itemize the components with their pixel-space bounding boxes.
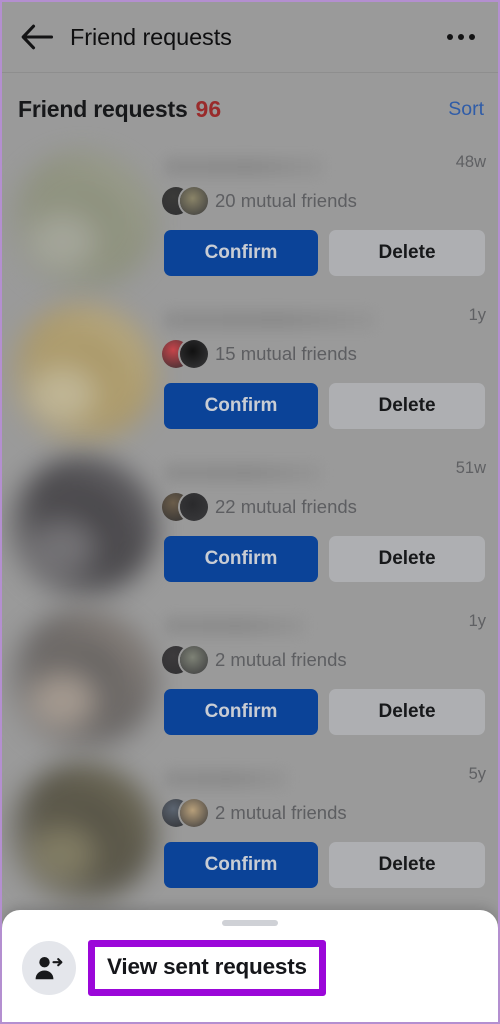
request-age: 48w: [455, 153, 486, 171]
page-title: Friend requests: [70, 23, 232, 50]
confirm-button[interactable]: Confirm: [164, 383, 318, 429]
friend-request-row[interactable]: 5y 2 mutual friends Confirm Delete: [2, 757, 498, 910]
more-horizontal-icon: [447, 34, 475, 40]
request-body: 5y 2 mutual friends Confirm Delete: [162, 757, 488, 910]
avatar[interactable]: [8, 610, 156, 752]
view-sent-requests-label: View sent requests: [107, 954, 307, 979]
delete-button[interactable]: Delete: [329, 230, 485, 276]
delete-button[interactable]: Delete: [329, 689, 485, 735]
avatar-shape: [28, 366, 97, 424]
request-age: 5y: [468, 765, 486, 783]
overflow-menu-button[interactable]: [438, 14, 484, 60]
request-body: 1y 15 mutual friends Confirm Delete: [162, 298, 488, 451]
requester-name[interactable]: [164, 463, 322, 483]
mutual-friends-label: 2 mutual friends: [215, 649, 347, 670]
mutual-friends-label: 15 mutual friends: [215, 343, 357, 364]
request-actions: Confirm Delete: [164, 536, 485, 582]
requester-name[interactable]: [164, 310, 376, 330]
mutual-avatar: [180, 799, 208, 827]
drag-handle[interactable]: [222, 920, 278, 926]
confirm-button[interactable]: Confirm: [164, 689, 318, 735]
friend-request-row[interactable]: 1y 15 mutual friends Confirm Delete: [2, 298, 498, 451]
avatar[interactable]: [8, 151, 156, 293]
section-title: Friend requests: [18, 95, 188, 122]
app-screen: Friend requests Friend requests 96 Sort …: [0, 0, 500, 1024]
mutual-friends[interactable]: 2 mutual friends: [162, 799, 347, 827]
mutual-friends[interactable]: 20 mutual friends: [162, 187, 357, 215]
person-arrow-right-icon: [22, 941, 76, 995]
mutual-friend-avatars: [162, 187, 208, 215]
friend-request-row[interactable]: 1y 2 mutual friends Confirm Delete: [2, 604, 498, 757]
app-bar: Friend requests: [2, 2, 498, 73]
requester-name[interactable]: [164, 769, 288, 789]
avatar-shape: [28, 213, 97, 271]
mutual-friends-label: 2 mutual friends: [215, 802, 347, 823]
sort-button[interactable]: Sort: [448, 98, 484, 121]
mutual-friend-avatars: [162, 799, 208, 827]
mutual-avatar: [180, 646, 208, 674]
avatar-shape: [28, 519, 97, 577]
requester-name[interactable]: [164, 157, 324, 177]
request-body: 48w 20 mutual friends Confirm Delete: [162, 145, 488, 298]
request-body: 1y 2 mutual friends Confirm Delete: [162, 604, 488, 757]
request-actions: Confirm Delete: [164, 230, 485, 276]
mutual-friend-avatars: [162, 340, 208, 368]
confirm-button[interactable]: Confirm: [164, 842, 318, 888]
avatar[interactable]: [8, 763, 156, 905]
bottom-sheet: View sent requests: [2, 910, 498, 1022]
request-actions: Confirm Delete: [164, 689, 485, 735]
request-age: 1y: [468, 306, 486, 324]
avatar-shape: [28, 672, 97, 730]
mutual-avatar: [180, 187, 208, 215]
request-body: 51w 22 mutual friends Confirm Delete: [162, 451, 488, 604]
mutual-friends-label: 22 mutual friends: [215, 496, 357, 517]
avatar[interactable]: [8, 457, 156, 599]
avatar-shape: [28, 825, 97, 883]
mutual-friends[interactable]: 22 mutual friends: [162, 493, 357, 521]
view-sent-requests-row[interactable]: View sent requests: [2, 940, 498, 996]
mutual-friends[interactable]: 2 mutual friends: [162, 646, 347, 674]
request-age: 1y: [468, 612, 486, 630]
requester-name[interactable]: [164, 616, 306, 636]
friend-request-list[interactable]: 48w 20 mutual friends Confirm Delete 1y 15 mu…: [2, 145, 498, 910]
friend-request-row[interactable]: 51w 22 mutual friends Confirm Delete: [2, 451, 498, 604]
request-count-badge: 96: [195, 95, 222, 122]
arrow-left-icon: [20, 23, 54, 51]
view-sent-requests-highlight[interactable]: View sent requests: [88, 940, 326, 996]
delete-button[interactable]: Delete: [329, 383, 485, 429]
mutual-avatar: [180, 340, 208, 368]
back-button[interactable]: [8, 8, 66, 66]
mutual-avatar: [180, 493, 208, 521]
request-actions: Confirm Delete: [164, 383, 485, 429]
mutual-friend-avatars: [162, 646, 208, 674]
avatar[interactable]: [8, 304, 156, 446]
confirm-button[interactable]: Confirm: [164, 536, 318, 582]
request-age: 51w: [455, 459, 486, 477]
mutual-friends[interactable]: 15 mutual friends: [162, 340, 357, 368]
section-header: Friend requests 96 Sort: [2, 73, 498, 145]
delete-button[interactable]: Delete: [329, 842, 485, 888]
confirm-button[interactable]: Confirm: [164, 230, 318, 276]
mutual-friend-avatars: [162, 493, 208, 521]
friend-request-row[interactable]: 48w 20 mutual friends Confirm Delete: [2, 145, 498, 298]
mutual-friends-label: 20 mutual friends: [215, 190, 357, 211]
request-actions: Confirm Delete: [164, 842, 485, 888]
delete-button[interactable]: Delete: [329, 536, 485, 582]
